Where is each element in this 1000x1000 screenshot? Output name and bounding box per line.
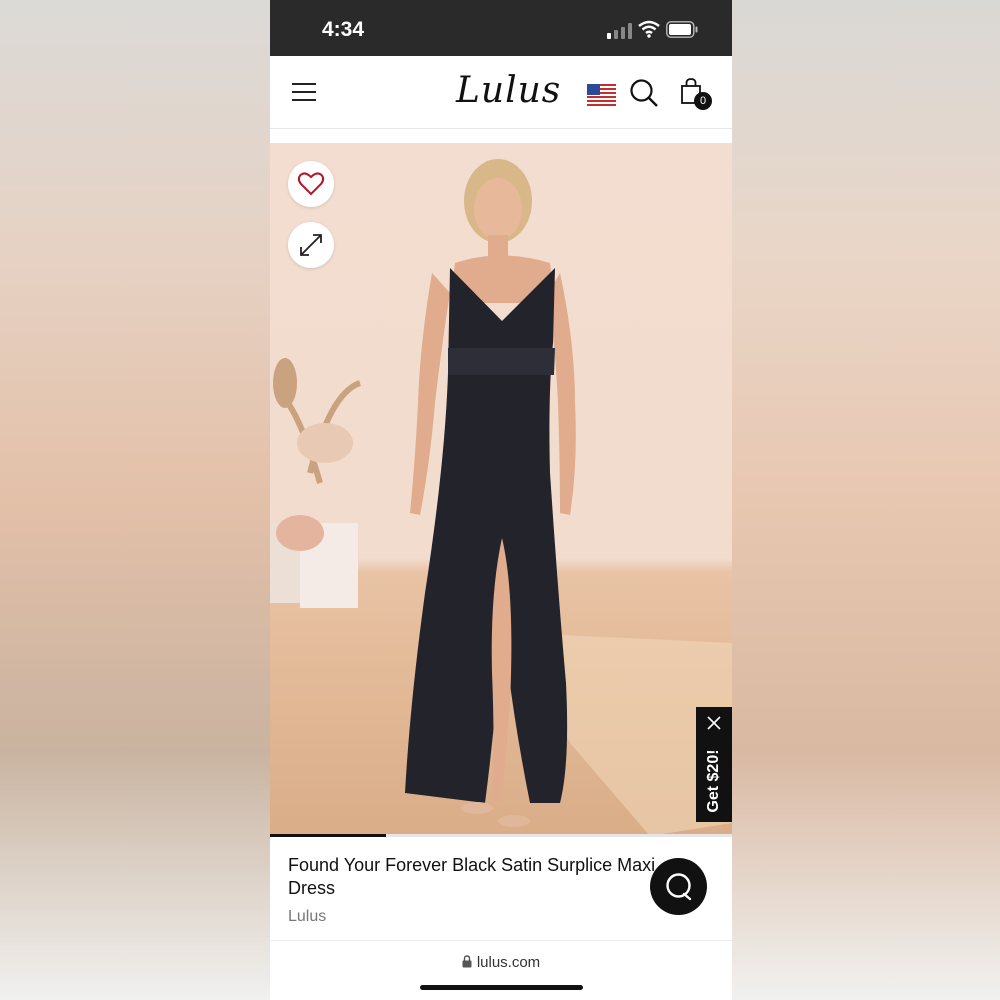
url-text: lulus.com xyxy=(476,954,541,971)
header-spacer xyxy=(270,129,732,143)
product-title: Found Your Forever Black Satin Surplice … xyxy=(288,855,656,898)
phone-screen: 4:34 Lulus 0 Get $20! Found Your Forever… xyxy=(270,0,732,1000)
product-brand[interactable]: Lulus xyxy=(288,908,326,926)
background-right xyxy=(732,0,1000,1000)
wifi-icon xyxy=(638,20,660,38)
product-photo xyxy=(270,159,732,836)
battery-icon xyxy=(666,21,698,38)
product-info: Found Your Forever Black Satin Surplice … xyxy=(270,838,732,940)
home-indicator[interactable] xyxy=(420,985,583,990)
search-icon[interactable] xyxy=(629,78,659,108)
lock-icon xyxy=(462,955,472,968)
background-left xyxy=(0,0,270,1000)
chat-button[interactable] xyxy=(650,858,707,915)
status-time: 4:34 xyxy=(322,18,365,41)
promo-label: Get $20! xyxy=(705,749,722,813)
signal-icon xyxy=(607,23,632,39)
favorite-button[interactable] xyxy=(288,161,334,207)
site-header: Lulus 0 xyxy=(270,56,732,129)
browser-url-bar[interactable]: lulus.com xyxy=(270,940,732,1000)
status-bar: 4:34 xyxy=(270,0,732,56)
menu-icon[interactable] xyxy=(292,82,316,102)
close-icon[interactable] xyxy=(707,716,721,730)
heart-icon xyxy=(297,172,325,196)
image-carousel-progress xyxy=(270,834,732,837)
cart-count-badge: 0 xyxy=(694,92,712,110)
chat-icon xyxy=(666,873,692,901)
promo-tab[interactable]: Get $20! xyxy=(696,707,732,822)
expand-icon xyxy=(300,234,322,256)
expand-image-button[interactable] xyxy=(288,222,334,268)
image-carousel-progress-fill xyxy=(270,834,386,837)
flag-icon[interactable] xyxy=(587,84,616,106)
site-logo[interactable]: Lulus xyxy=(456,70,561,111)
product-image[interactable] xyxy=(270,143,732,836)
url-field[interactable]: lulus.com xyxy=(270,954,732,971)
